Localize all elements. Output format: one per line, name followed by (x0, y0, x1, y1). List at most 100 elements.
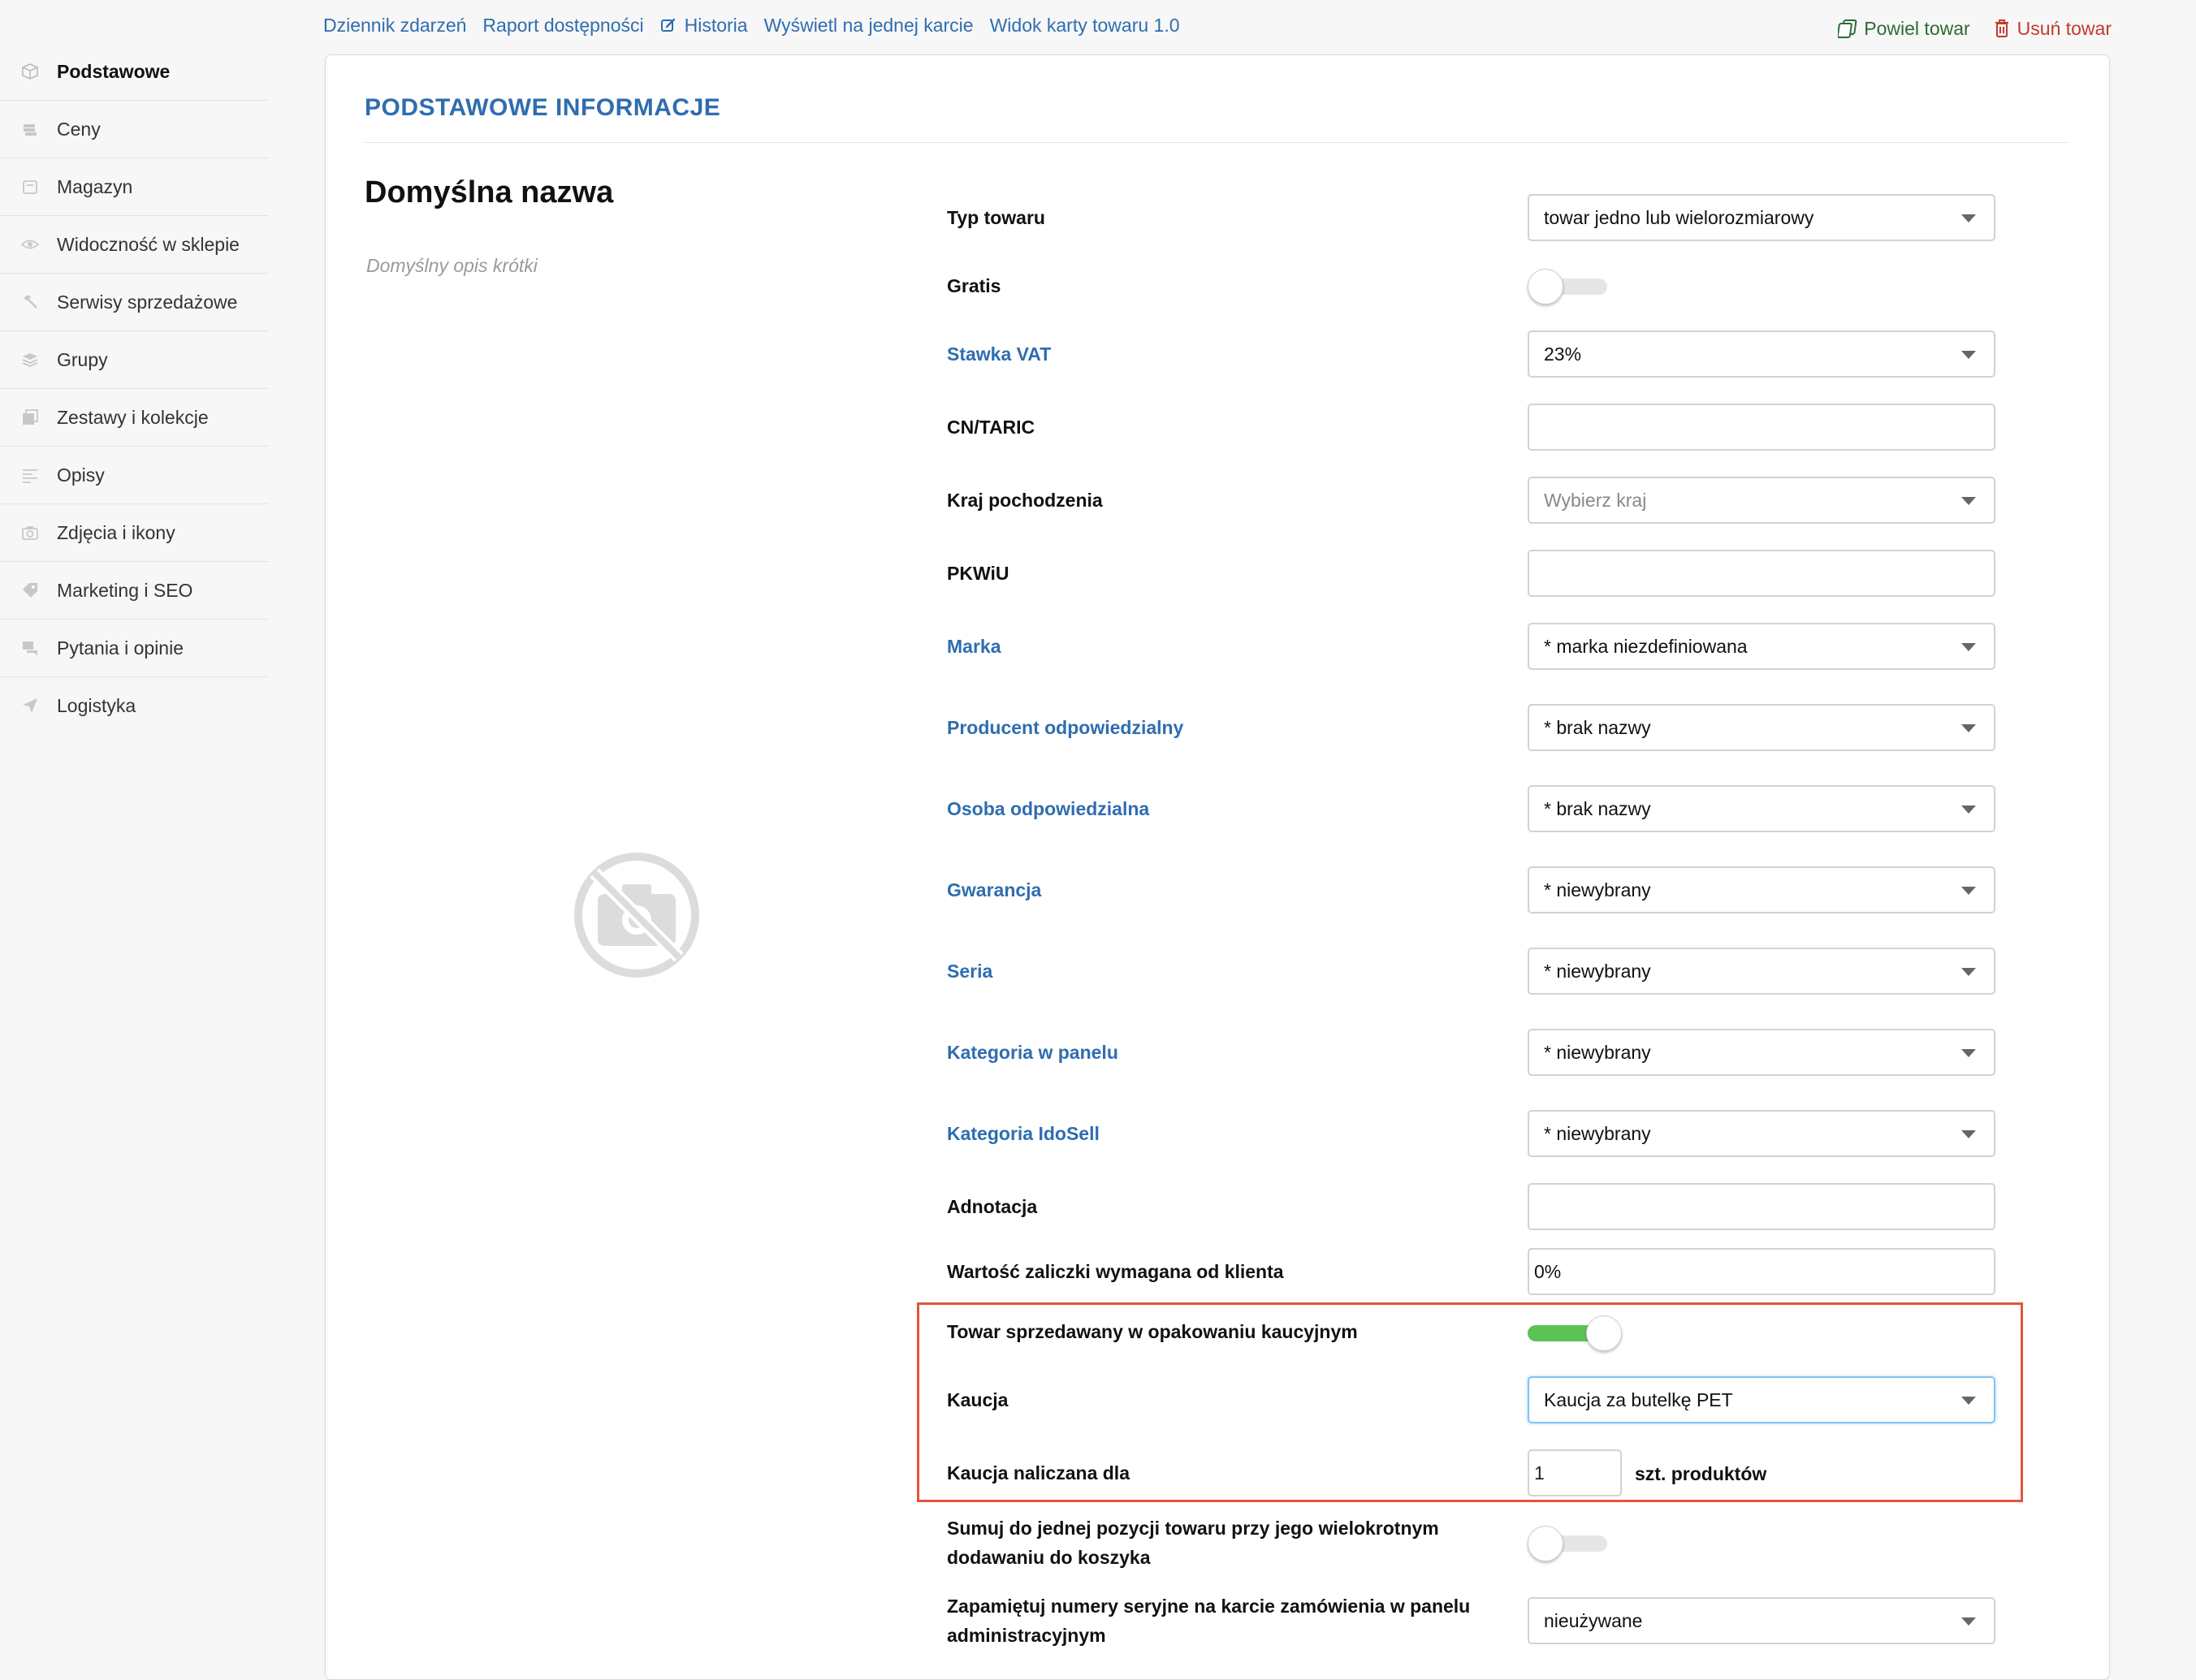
sidebar-item-logistyka[interactable]: Logistyka (0, 677, 269, 734)
event-log-link[interactable]: Dziennik zdarzeń (323, 15, 466, 37)
annotation-input[interactable] (1528, 1183, 1995, 1230)
merge-items-label-line1: Sumuj do jednej pozycji towaru przy jego… (947, 1518, 1439, 1539)
sidebar-item-marketing[interactable]: Marketing i SEO (0, 562, 269, 620)
hammer-icon (24, 295, 37, 309)
vat-rate-label[interactable]: Stawka VAT (947, 339, 1051, 369)
send-icon (23, 698, 37, 713)
sidebar: Podstawowe Ceny Magazyn Widoczność w skl… (0, 43, 269, 734)
brand-label[interactable]: Marka (947, 632, 1001, 661)
serial-numbers-select[interactable]: nieużywane (1528, 1597, 1995, 1644)
sidebar-item-zdjecia[interactable]: Zdjęcia i ikony (0, 504, 269, 562)
product-actions: Powiel towar Usuń towar (1817, 15, 2112, 42)
cash-icon (24, 124, 37, 136)
responsible-person-select[interactable]: * brak nazwy (1528, 785, 1995, 832)
idosell-category-label[interactable]: Kategoria IdoSell (947, 1119, 1100, 1148)
merge-items-toggle[interactable] (1528, 1526, 1609, 1561)
chat-icon (23, 641, 37, 655)
single-card-link[interactable]: Wyświetl na jednej karcie (764, 15, 974, 37)
annotation-label: Adnotacja (947, 1196, 1038, 1217)
gratis-label: Gratis (947, 275, 1001, 296)
sidebar-item-grupy[interactable]: Grupy (0, 331, 269, 389)
caret-down-icon (1961, 724, 1976, 732)
country-select[interactable]: Wybierz kraj (1528, 477, 1995, 524)
product-type-label: Typ towaru (947, 207, 1045, 228)
deposit-advance-value: 0% (1534, 1261, 1562, 1282)
copy-icon (1838, 19, 1857, 38)
duplicate-product-button[interactable]: Powiel towar (1838, 17, 1970, 40)
caret-down-icon (1961, 887, 1976, 895)
deposit-advance-label: Wartość zaliczki wymagana od klienta (947, 1261, 1284, 1282)
panel-category-label[interactable]: Kategoria w panelu (947, 1038, 1118, 1067)
serial-numbers-value: nieużywane (1544, 1610, 1643, 1631)
default-name[interactable]: Domyślna nazwa (365, 175, 613, 210)
sidebar-item-magazyn[interactable]: Magazyn (0, 158, 269, 216)
series-value: * niewybrany (1544, 961, 1651, 982)
gratis-toggle[interactable] (1528, 269, 1609, 304)
panel-category-select[interactable]: * niewybrany (1528, 1029, 1995, 1076)
warranty-label[interactable]: Gwarancja (947, 875, 1041, 905)
vat-rate-select[interactable]: 23% (1528, 330, 1995, 378)
caret-down-icon (1961, 805, 1976, 814)
history-link[interactable]: Historia (660, 15, 748, 37)
warranty-value: * niewybrany (1544, 879, 1651, 900)
series-select[interactable]: * niewybrany (1528, 948, 1995, 995)
eye-icon (21, 240, 39, 249)
sidebar-item-opisy[interactable]: Opisy (0, 447, 269, 504)
pkwiu-label: PKWiU (947, 563, 1009, 584)
availability-report-link[interactable]: Raport dostępności (482, 15, 643, 37)
responsible-person-value: * brak nazwy (1544, 798, 1651, 819)
deposit-advance-input[interactable]: 0% (1528, 1248, 1995, 1295)
card-view-1-link[interactable]: Widok karty towaru 1.0 (990, 15, 1180, 37)
collection-icon (23, 409, 38, 425)
manufacturer-select[interactable]: * brak nazwy (1528, 704, 1995, 751)
returnable-packaging-toggle[interactable] (1528, 1315, 1622, 1351)
sidebar-item-label: Widoczność w sklepie (57, 233, 240, 255)
sidebar-item-label: Pytania i opinie (57, 637, 184, 659)
caret-down-icon (1961, 643, 1976, 651)
sidebar-item-serwisy[interactable]: Serwisy sprzedażowe (0, 274, 269, 331)
caret-down-icon (1961, 1130, 1976, 1138)
basic-info-card: PODSTAWOWE INFORMACJE Domyślna nazwa Dom… (325, 54, 2110, 1680)
cn-taric-input[interactable] (1528, 404, 1995, 451)
deposit-select[interactable]: Kaucja za butelkę PET (1528, 1376, 1995, 1423)
sidebar-item-label: Magazyn (57, 175, 133, 197)
idosell-category-select[interactable]: * niewybrany (1528, 1110, 1995, 1157)
country-placeholder: Wybierz kraj (1544, 490, 1647, 511)
serial-numbers-label-line2: administracyjnym (947, 1625, 1106, 1646)
caret-down-icon (1961, 497, 1976, 505)
caret-down-icon (1961, 351, 1976, 359)
merge-items-label-line2: dodawaniu do koszyka (947, 1547, 1151, 1568)
brand-value: * marka niezdefiniowana (1544, 636, 1748, 657)
caret-down-icon (1961, 1049, 1976, 1057)
idosell-category-value: * niewybrany (1544, 1123, 1651, 1144)
delete-product-button[interactable]: Usuń towar (1991, 18, 2112, 40)
caret-down-icon (1961, 214, 1976, 222)
divider (365, 142, 2070, 143)
warranty-select[interactable]: * niewybrany (1528, 866, 1995, 913)
caret-down-icon (1961, 968, 1976, 976)
sidebar-item-podstawowe[interactable]: Podstawowe (0, 43, 269, 101)
sidebar-item-zestawy[interactable]: Zestawy i kolekcje (0, 389, 269, 447)
responsible-person-label[interactable]: Osoba odpowiedzialna (947, 794, 1149, 823)
series-label[interactable]: Seria (947, 957, 992, 986)
delete-product-label: Usuń towar (2017, 17, 2112, 39)
product-type-select[interactable]: towar jedno lub wielorozmiarowy (1528, 194, 1995, 241)
sidebar-item-ceny[interactable]: Ceny (0, 101, 269, 158)
sidebar-item-label: Opisy (57, 464, 105, 486)
deposit-quantity-input[interactable]: 1 (1528, 1449, 1622, 1496)
default-short-description[interactable]: Domyślny opis krótki (366, 255, 538, 277)
country-label: Kraj pochodzenia (947, 490, 1103, 511)
brand-select[interactable]: * marka niezdefiniowana (1528, 623, 1995, 670)
sidebar-item-label: Zdjęcia i ikony (57, 521, 175, 543)
sidebar-item-widocznosc[interactable]: Widoczność w sklepie (0, 216, 269, 274)
warehouse-icon (23, 180, 37, 194)
panel-category-value: * niewybrany (1544, 1042, 1651, 1063)
manufacturer-label[interactable]: Producent odpowiedzialny (947, 713, 1183, 742)
sidebar-item-pytania[interactable]: Pytania i opinie (0, 620, 269, 677)
duplicate-product-label: Powiel towar (1864, 17, 1970, 39)
sidebar-item-label: Serwisy sprzedażowe (57, 291, 238, 313)
pkwiu-input[interactable] (1528, 550, 1995, 597)
section-title: PODSTAWOWE INFORMACJE (365, 94, 721, 121)
sidebar-item-label: Ceny (57, 118, 101, 140)
no-photo-icon[interactable] (573, 852, 700, 978)
